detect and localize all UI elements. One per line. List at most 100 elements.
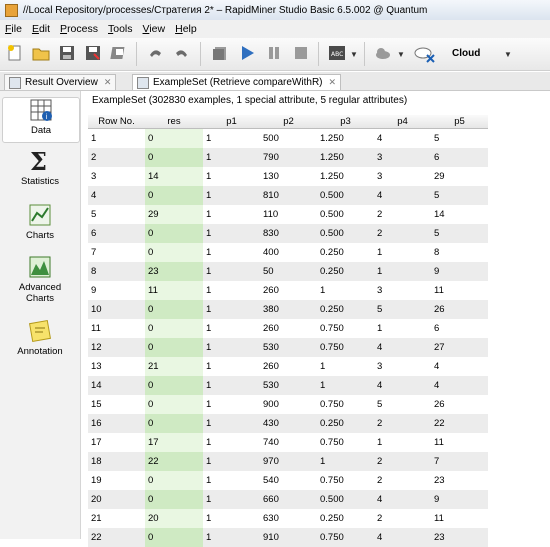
save-icon[interactable]: [57, 43, 77, 63]
cell-p3: 0.250: [317, 262, 374, 281]
cell-res: 0: [145, 490, 203, 509]
cell-row-no: 5: [88, 205, 145, 224]
open-folder-icon[interactable]: [31, 43, 51, 63]
table-row[interactable]: 12 0 1 530 0.750 4 27: [88, 338, 488, 357]
column-header-res[interactable]: res: [145, 115, 203, 129]
validate-dropdown-arrow[interactable]: ▼: [350, 50, 358, 59]
column-header-p1[interactable]: p1: [203, 115, 260, 129]
table-row[interactable]: 1 0 1 500 1.250 4 5: [88, 128, 488, 148]
column-header-p5[interactable]: p5: [431, 115, 488, 129]
column-header-p4[interactable]: p4: [374, 115, 431, 129]
cell-res: 0: [145, 319, 203, 338]
cell-p1: 1: [203, 490, 260, 509]
cell-p5: 5: [431, 224, 488, 243]
cell-p5: 6: [431, 319, 488, 338]
operators-icon[interactable]: [210, 43, 230, 63]
cell-p4: 1: [374, 433, 431, 452]
cell-p3: 0.250: [317, 300, 374, 319]
sidebar-item-statistics[interactable]: Σ Statistics: [2, 149, 78, 193]
table-row[interactable]: 14 0 1 530 1 4 4: [88, 376, 488, 395]
menu-edit[interactable]: Edit: [27, 23, 55, 35]
sidebar-item-data[interactable]: i Data: [2, 97, 80, 143]
table-row[interactable]: 5 29 1 110 0.500 2 14: [88, 205, 488, 224]
pause-icon[interactable]: [264, 43, 284, 63]
table-row[interactable]: 7 0 1 400 0.250 1 8: [88, 243, 488, 262]
cell-p1: 1: [203, 224, 260, 243]
table-row[interactable]: 3 14 1 130 1.250 3 29: [88, 167, 488, 186]
table-row[interactable]: 4 0 1 810 0.500 4 5: [88, 186, 488, 205]
table-row[interactable]: 9 11 1 260 1 3 11: [88, 281, 488, 300]
tab-exampleset[interactable]: ExampleSet (Retrieve compareWithR) ✕: [132, 74, 342, 90]
table-row[interactable]: 16 0 1 430 0.250 2 22: [88, 414, 488, 433]
table-row[interactable]: 8 23 1 50 0.250 1 9: [88, 262, 488, 281]
cell-p2: 380: [260, 300, 317, 319]
stop-icon[interactable]: [291, 43, 311, 63]
sidebar-item-charts[interactable]: Charts: [2, 203, 78, 245]
table-row[interactable]: 15 0 1 900 0.750 5 26: [88, 395, 488, 414]
cell-p3: 1.250: [317, 167, 374, 186]
cloud-dropdown-arrow[interactable]: ▼: [397, 50, 405, 59]
table-row[interactable]: 2 0 1 790 1.250 3 6: [88, 148, 488, 167]
table-row[interactable]: 10 0 1 380 0.250 5 26: [88, 300, 488, 319]
table-row[interactable]: 6 0 1 830 0.500 2 5: [88, 224, 488, 243]
menu-view[interactable]: View: [138, 23, 171, 35]
svg-text:i: i: [46, 113, 48, 121]
cell-p1: 1: [203, 357, 260, 376]
sidebar-item-annotation[interactable]: Annotation: [2, 319, 78, 361]
cell-p2: 660: [260, 490, 317, 509]
cloud-label[interactable]: Cloud: [452, 48, 480, 59]
sigma-icon: Σ: [28, 149, 52, 173]
cell-p1: 1: [203, 509, 260, 528]
cell-row-no: 11: [88, 319, 145, 338]
cloud-disconnected-icon[interactable]: [413, 43, 437, 63]
close-icon[interactable]: ✕: [329, 77, 337, 88]
cell-p3: 0.250: [317, 243, 374, 262]
abc-validate-icon[interactable]: ABC: [327, 43, 347, 63]
table-row[interactable]: 21 20 1 630 0.250 2 11: [88, 509, 488, 528]
exampleset-summary: ExampleSet (302830 examples, 1 special a…: [92, 95, 408, 106]
save-as-icon[interactable]: [83, 43, 103, 63]
cell-p2: 500: [260, 128, 317, 148]
cell-res: 0: [145, 414, 203, 433]
tab-result-overview[interactable]: Result Overview ✕: [4, 74, 117, 90]
cell-p4: 2: [374, 509, 431, 528]
table-row[interactable]: 22 0 1 910 0.750 4 23: [88, 528, 488, 547]
menu-process[interactable]: Process: [55, 23, 103, 35]
table-row[interactable]: 17 17 1 740 0.750 1 11: [88, 433, 488, 452]
run-play-icon[interactable]: [237, 43, 257, 63]
cell-p1: 1: [203, 205, 260, 224]
menu-label-rest: elp: [182, 23, 197, 35]
cell-p2: 110: [260, 205, 317, 224]
column-header-p3[interactable]: p3: [317, 115, 374, 129]
cell-p5: 6: [431, 148, 488, 167]
new-process-icon[interactable]: [5, 43, 25, 63]
cell-p1: 1: [203, 395, 260, 414]
cloud-menu-arrow[interactable]: ▼: [504, 50, 512, 59]
menu-help[interactable]: Help: [170, 23, 202, 35]
sidebar-item-label: Charts: [26, 230, 54, 241]
cell-p5: 7: [431, 452, 488, 471]
table-row[interactable]: 20 0 1 660 0.500 4 9: [88, 490, 488, 509]
cell-p4: 4: [374, 490, 431, 509]
undo-icon[interactable]: [145, 43, 165, 63]
cell-row-no: 13: [88, 357, 145, 376]
table-row[interactable]: 11 0 1 260 0.750 1 6: [88, 319, 488, 338]
redo-icon[interactable]: [172, 43, 192, 63]
cloud-upload-icon[interactable]: [373, 43, 393, 63]
table-row[interactable]: 18 22 1 970 1 2 7: [88, 452, 488, 471]
menu-file[interactable]: File: [0, 23, 27, 35]
table-row[interactable]: 19 0 1 540 0.750 2 23: [88, 471, 488, 490]
menu-tools[interactable]: Tools: [103, 23, 138, 35]
cell-res: 0: [145, 471, 203, 490]
column-header-p2[interactable]: p2: [260, 115, 317, 129]
cell-p2: 430: [260, 414, 317, 433]
print-icon[interactable]: [109, 43, 129, 63]
cell-res: 0: [145, 186, 203, 205]
close-icon[interactable]: ✕: [104, 77, 112, 88]
sidebar-item-advanced-charts[interactable]: Advanced Charts: [2, 255, 78, 307]
cell-p1: 1: [203, 281, 260, 300]
table-row[interactable]: 13 21 1 260 1 3 4: [88, 357, 488, 376]
column-header-row-no[interactable]: Row No.: [88, 115, 145, 129]
cell-row-no: 3: [88, 167, 145, 186]
sidebar-item-label: Annotation: [17, 346, 63, 357]
